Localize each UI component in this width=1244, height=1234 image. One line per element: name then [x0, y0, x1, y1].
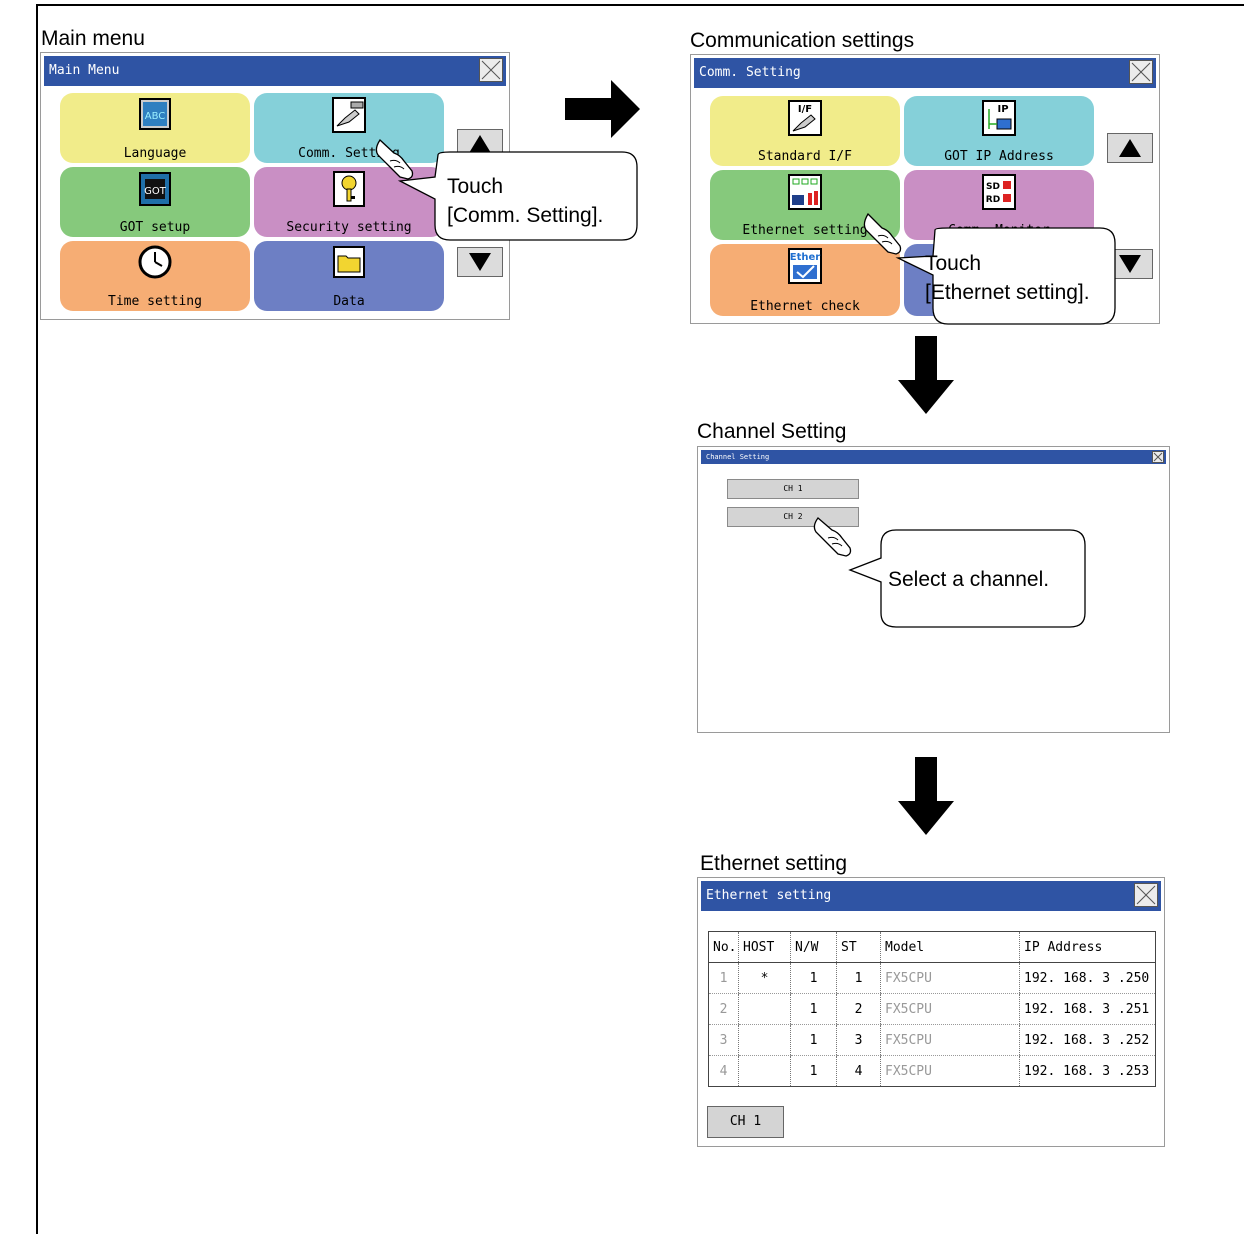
- pointing-hand-icon: [813, 517, 852, 557]
- interface-icon: I/F: [788, 100, 822, 136]
- table-row[interactable]: 2 1 2 FX5CPU 192. 168. 3 .251: [708, 993, 1156, 1025]
- column-header-nw: N/W: [790, 931, 837, 963]
- table-row[interactable]: 3 1 3 FX5CPU 192. 168. 3 .252: [708, 1024, 1156, 1056]
- ethernet-icon: [788, 174, 822, 210]
- main-menu-caption: Main menu: [41, 27, 145, 50]
- callout-text-comm: Touch [Comm. Setting].: [447, 175, 604, 227]
- pointing-hand-icon: [375, 139, 414, 180]
- comm-tile-got-ip-address[interactable]: IP GOT IP Address: [904, 96, 1094, 166]
- ethernet-check-icon: Ether: [788, 248, 822, 284]
- svg-text:ABC: ABC: [145, 111, 166, 122]
- column-header-ip-address: IP Address: [1019, 931, 1156, 963]
- channel-setting-title: Channel Setting: [706, 453, 770, 461]
- comm-setting-title: Comm. Setting: [699, 65, 801, 80]
- main-menu-titlebar: Main Menu: [44, 56, 506, 86]
- svg-text:IP: IP: [997, 104, 1008, 115]
- svg-text:Ether: Ether: [790, 252, 821, 263]
- up-arrow-icon: [1119, 139, 1141, 157]
- table-header-row: No. HOST N/W ST Model IP Address: [708, 931, 1156, 963]
- menu-tile-got-setup[interactable]: GOT GOT setup: [60, 167, 250, 237]
- menu-tile-language[interactable]: ABC Language: [60, 93, 250, 163]
- ethernet-setting-title: Ethernet setting: [706, 888, 832, 903]
- column-header-st: ST: [836, 931, 881, 963]
- channel-button[interactable]: CH 1: [707, 1106, 784, 1138]
- comm-tile-standard-if[interactable]: I/F Standard I/F: [710, 96, 900, 166]
- table-row[interactable]: 1 * 1 1 FX5CPU 192. 168. 3 .250: [708, 962, 1156, 994]
- close-icon[interactable]: [1129, 60, 1153, 84]
- down-arrow-icon: [469, 253, 491, 271]
- right-arrow-icon: [565, 80, 640, 138]
- column-header-model: Model: [880, 931, 1020, 963]
- ethernet-table: No. HOST N/W ST Model IP Address 1 * 1 1…: [708, 931, 1156, 1087]
- close-icon[interactable]: [1152, 451, 1164, 463]
- svg-text:GOT: GOT: [144, 186, 167, 197]
- menu-tile-time-setting[interactable]: Time setting: [60, 241, 250, 311]
- table-row[interactable]: 4 1 4 FX5CPU 192. 168. 3 .253: [708, 1055, 1156, 1087]
- ip-address-icon: IP: [982, 100, 1016, 136]
- ethernet-setting-screen: Ethernet setting No. HOST N/W ST Model I…: [697, 877, 1165, 1147]
- down-arrow-icon: [898, 336, 954, 414]
- menu-tile-data[interactable]: Data: [254, 241, 444, 311]
- column-header-no: No.: [708, 931, 739, 963]
- got-setup-icon: GOT: [139, 172, 171, 206]
- callout-text-ethernet: Touch [Ethernet setting].: [925, 252, 1090, 304]
- down-arrow-icon: [898, 757, 954, 835]
- column-header-host: HOST: [738, 931, 791, 963]
- ethernet-setting-titlebar: Ethernet setting: [701, 881, 1161, 911]
- clock-icon: [138, 245, 172, 279]
- ethernet-setting-caption: Ethernet setting: [700, 852, 848, 875]
- comm-settings-caption: Communication settings: [690, 29, 915, 52]
- channel-1-button[interactable]: CH 1: [727, 479, 859, 499]
- close-icon[interactable]: [479, 58, 503, 82]
- pointing-hand-icon: [863, 212, 902, 255]
- close-icon[interactable]: [1134, 883, 1158, 907]
- channel-setting-titlebar: Channel Setting: [701, 450, 1166, 464]
- language-icon: ABC: [139, 98, 171, 130]
- scroll-up-button[interactable]: [1107, 133, 1153, 163]
- scroll-down-button[interactable]: [457, 247, 503, 277]
- svg-text:I/F: I/F: [798, 104, 812, 115]
- comm-setting-titlebar: Comm. Setting: [694, 58, 1156, 88]
- channel-setting-caption: Channel Setting: [697, 420, 847, 443]
- callout-text-channel: Select a channel.: [888, 568, 1050, 591]
- main-menu-title: Main Menu: [49, 63, 120, 78]
